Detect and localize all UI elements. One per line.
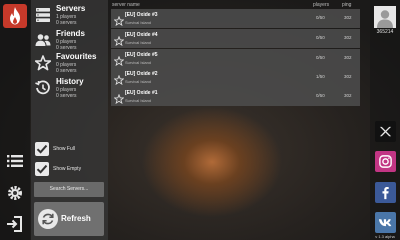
server-row[interactable]: [EU] Oxide #2 Survival Island 1/50 302 [111, 68, 360, 87]
server-name: [EU] Oxide #3 [125, 12, 158, 18]
search-servers-button[interactable]: Search Servers... [34, 182, 104, 197]
sidebar-item-servers-count: 0 servers [56, 68, 77, 74]
sidebar-item-favourites[interactable]: Favourites 0 players 0 servers [31, 52, 108, 76]
sidebar-item-servers-count: 0 servers [56, 20, 77, 26]
sidebar-item-servers-count: 0 servers [56, 45, 77, 51]
server-players: 0/50 [316, 35, 325, 40]
sidebar-item-servers[interactable]: Servers 1 players 0 servers [31, 4, 108, 28]
refresh-button[interactable]: Refresh [34, 202, 104, 236]
exit-icon[interactable] [4, 214, 26, 234]
server-ping: 302 [344, 35, 352, 40]
favourite-star-icon[interactable] [113, 33, 125, 47]
show-full-label: Show Full [53, 146, 75, 152]
server-row[interactable]: [EU] Oxide #4 Survival Island 0/50 302 [111, 29, 360, 48]
show-empty-toggle[interactable]: Show Empty [35, 161, 105, 179]
user-id: 365214 [376, 29, 394, 35]
favourite-star-icon[interactable] [113, 91, 125, 105]
sidebar-item-history[interactable]: History 0 players 0 servers [31, 77, 108, 101]
server-players: 0/50 [316, 55, 325, 60]
sidebar-item-title: Servers [56, 4, 86, 13]
server-icon [35, 7, 51, 23]
fire-icon[interactable] [3, 4, 27, 28]
server-players: 1/50 [316, 74, 325, 79]
server-ping: 302 [344, 15, 352, 20]
gear-icon[interactable] [4, 183, 26, 203]
server-map: Survival Island [125, 40, 152, 45]
server-name: [EU] Oxide #5 [125, 52, 158, 58]
refresh-icon [38, 209, 58, 229]
version-label: v 1.3 alpha [375, 234, 395, 239]
server-ping: 302 [344, 74, 352, 79]
friends-icon [35, 32, 51, 48]
server-map: Survival Island [125, 60, 152, 65]
server-name: [EU] Oxide #2 [125, 71, 158, 77]
sidebar-item-title: Friends [56, 29, 85, 38]
server-map: Survival Island [125, 20, 152, 25]
server-players: 0/50 [316, 15, 325, 20]
vk-icon[interactable] [375, 212, 396, 233]
instagram-icon[interactable] [375, 151, 396, 172]
right-rail: 365214 v 1.3 alpha [370, 0, 400, 240]
server-ping: 302 [344, 93, 352, 98]
server-name: [EU] Oxide #1 [125, 90, 158, 96]
favourite-star-icon[interactable] [113, 13, 125, 27]
server-row[interactable]: [EU] Oxide #5 Survival Island 0/50 302 [111, 49, 360, 68]
twitter-icon[interactable] [375, 121, 396, 142]
refresh-label: Refresh [61, 214, 91, 223]
history-icon [35, 80, 51, 96]
sidebar-item-servers-count: 0 servers [56, 93, 77, 99]
list-icon[interactable] [4, 151, 26, 171]
server-players: 0/50 [316, 93, 325, 98]
sidebar-item-title: Favourites [56, 52, 97, 61]
checkbox-show-full[interactable] [35, 142, 49, 156]
show-empty-label: Show Empty [53, 166, 82, 172]
server-map: Survival Island [125, 98, 152, 103]
left-rail [0, 0, 30, 240]
sidebar-item-title: History [56, 77, 84, 86]
server-map: Survival Island [125, 79, 152, 84]
star-icon [34, 55, 52, 71]
avatar[interactable] [374, 6, 396, 28]
server-ping: 302 [344, 55, 352, 60]
favourite-star-icon[interactable] [113, 72, 125, 86]
server-row[interactable]: [EU] Oxide #1 Survival Island 0/50 302 [111, 87, 360, 106]
facebook-icon[interactable] [375, 182, 396, 203]
sidebar-item-friends[interactable]: Friends 0 players 0 servers [31, 29, 108, 53]
server-row[interactable]: [EU] Oxide #3 Survival Island 0/50 302 [111, 9, 360, 28]
server-name: [EU] Oxide #4 [125, 32, 158, 38]
checkbox-show-empty[interactable] [35, 162, 49, 176]
favourite-star-icon[interactable] [113, 53, 125, 67]
show-full-toggle[interactable]: Show Full [35, 141, 105, 159]
